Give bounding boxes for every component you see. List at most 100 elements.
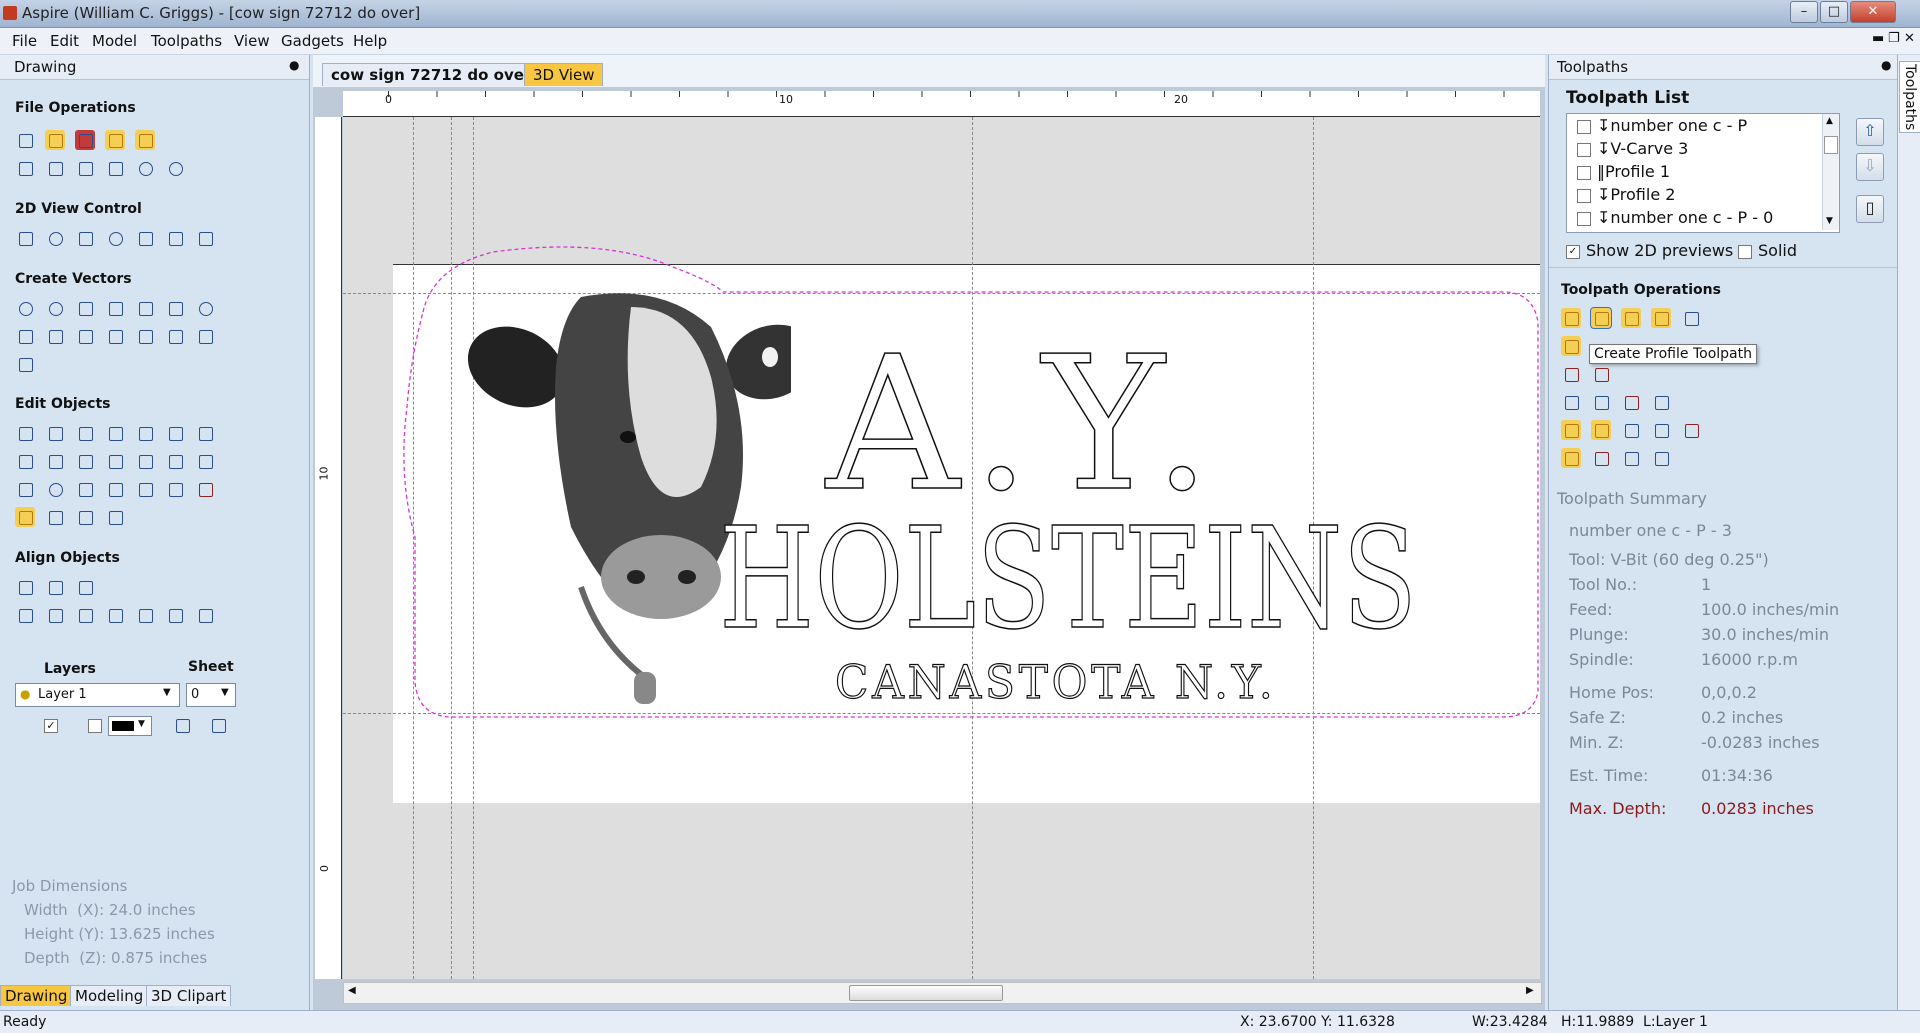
side-tab-toolpaths[interactable]: Toolpaths <box>1899 61 1920 133</box>
tab-icon[interactable] <box>105 507 125 527</box>
layer-properties-icon[interactable] <box>172 715 192 735</box>
toolpath-item[interactable]: ↧number one c - P <box>1577 116 1747 138</box>
align-both-icon[interactable] <box>15 605 35 625</box>
pan-icon[interactable] <box>15 228 35 248</box>
ellipse-icon[interactable] <box>45 298 65 318</box>
size-icon[interactable] <box>105 423 125 443</box>
profile-toolpath-icon[interactable] <box>1590 307 1612 329</box>
tab-3d-view[interactable]: 3D View <box>524 63 604 86</box>
view-split-icon[interactable] <box>165 228 185 248</box>
solid-option[interactable]: Solid <box>1738 241 1797 260</box>
rectangle-icon[interactable] <box>75 298 95 318</box>
edit-toolpath-icon[interactable] <box>1561 392 1581 412</box>
delete-toolpath-icon[interactable] <box>1621 392 1641 412</box>
align-middle-icon[interactable] <box>75 577 95 597</box>
node-edit-icon[interactable] <box>45 423 65 443</box>
layer-eraser-icon[interactable] <box>208 715 228 735</box>
new-file-icon[interactable] <box>15 130 35 150</box>
distribute-vertical-icon[interactable] <box>195 605 215 625</box>
toolpath-checkbox[interactable] <box>1577 142 1591 157</box>
toolpath-settings-button[interactable]: ▯ <box>1856 195 1884 223</box>
array-copy-icon[interactable] <box>135 451 155 471</box>
polyline-icon[interactable] <box>105 298 125 318</box>
group-icon[interactable] <box>15 451 35 471</box>
polygon-icon[interactable] <box>195 298 215 318</box>
layer-visible-checkbox[interactable]: ✓ <box>44 719 58 733</box>
prism-toolpath-icon[interactable] <box>1561 364 1581 384</box>
select-icon[interactable] <box>15 423 35 443</box>
zoom-box-icon[interactable] <box>45 228 65 248</box>
horizontal-scrollbar[interactable]: ◀ ▶ <box>343 982 1542 1004</box>
transform-icon[interactable] <box>75 423 95 443</box>
summary-icon[interactable] <box>1651 448 1671 468</box>
toolpath-item[interactable]: ↧Profile 2 <box>1577 185 1675 207</box>
drill-toolpath-icon[interactable] <box>1621 308 1641 328</box>
layer-lock-checkbox[interactable] <box>88 719 102 733</box>
mirror-icon[interactable] <box>75 451 95 471</box>
scroll-up-icon[interactable]: ▲ <box>1826 116 1833 126</box>
menu-toolpaths[interactable]: Toolpaths <box>151 32 222 50</box>
move-up-button[interactable]: ⇧ <box>1856 118 1884 146</box>
dimension-icon[interactable] <box>135 326 155 346</box>
scrollbar-thumb[interactable] <box>849 985 1003 1001</box>
join-icon[interactable] <box>165 451 185 471</box>
extend-icon[interactable] <box>105 479 125 499</box>
menu-edit[interactable]: Edit <box>50 32 79 50</box>
vcarve-toolpath-icon[interactable] <box>1651 308 1671 328</box>
mdi-close-icon[interactable]: ✕ <box>1904 31 1915 46</box>
toolpath-item[interactable]: ↧number one c - P - 0 <box>1577 208 1773 230</box>
copy-toolpath-icon[interactable] <box>1591 392 1611 412</box>
tab-modeling[interactable]: Modeling <box>70 985 149 1006</box>
pocket-toolpath-icon[interactable] <box>1561 308 1581 328</box>
toolpath-checkbox[interactable] <box>1577 165 1591 180</box>
drawing-canvas[interactable]: A.Y. HOLSTEINS CANASTOTA N.Y. <box>343 117 1540 979</box>
scroll-down-icon[interactable]: ▼ <box>1826 216 1833 226</box>
grid-array-icon[interactable] <box>195 326 215 346</box>
fit-selection-icon[interactable] <box>15 158 35 178</box>
ungroup-icon[interactable] <box>45 451 65 471</box>
menu-gadgets[interactable]: Gadgets <box>281 32 344 50</box>
offset-icon[interactable] <box>15 479 35 499</box>
cut-icon[interactable] <box>45 158 65 178</box>
bitmap-trace-icon[interactable] <box>15 354 35 374</box>
text-on-curve-icon[interactable] <box>105 326 125 346</box>
nest-icon[interactable] <box>195 451 215 471</box>
timer-icon[interactable] <box>1591 448 1611 468</box>
copy-icon[interactable] <box>75 158 95 178</box>
curve-fit-icon[interactable] <box>165 479 185 499</box>
align-center-icon[interactable] <box>45 577 65 597</box>
solid-checkbox[interactable] <box>1738 244 1752 259</box>
maximize-button[interactable]: □ <box>1820 1 1848 23</box>
circle-icon[interactable] <box>15 298 35 318</box>
close-button[interactable]: ✕ <box>1850 1 1896 23</box>
menu-file[interactable]: File <box>12 32 37 50</box>
pin-icon[interactable]: ● <box>1881 58 1891 72</box>
menu-model[interactable]: Model <box>92 32 137 50</box>
zoom-fit-icon[interactable] <box>75 228 95 248</box>
join-open-vector-icon[interactable] <box>75 507 95 527</box>
view-3d-icon[interactable] <box>195 228 215 248</box>
layer-select[interactable]: ● Layer 1 ▼ <box>15 683 180 707</box>
smooth-icon[interactable] <box>135 479 155 499</box>
trim-icon[interactable] <box>75 479 95 499</box>
engrave-toolpath-icon[interactable] <box>1681 308 1701 328</box>
center-on-material-icon[interactable] <box>15 577 35 597</box>
distribute-horizontal-icon[interactable] <box>165 605 185 625</box>
text-box-icon[interactable] <box>75 326 95 346</box>
tab-3d-clipart[interactable]: 3D Clipart <box>146 985 232 1006</box>
pin-icon[interactable]: ● <box>289 58 299 72</box>
sheet-select[interactable]: 0 ▼ <box>186 683 236 707</box>
fluting-toolpath-icon[interactable] <box>1561 336 1581 356</box>
show-previews-checkbox[interactable]: ✓ <box>1566 244 1580 259</box>
scroll-right-icon[interactable]: ▶ <box>1526 985 1534 996</box>
3d-project-icon[interactable] <box>1651 420 1671 440</box>
import-vectors-icon[interactable] <box>105 130 125 150</box>
zoom-selection-icon[interactable] <box>105 228 125 248</box>
scroll-left-icon[interactable]: ◀ <box>348 985 356 996</box>
toolpath-item[interactable]: ↧V-Carve 3 <box>1577 139 1688 161</box>
curve-icon[interactable] <box>165 298 185 318</box>
close-vector-icon[interactable] <box>45 507 65 527</box>
import-image-icon[interactable] <box>135 130 155 150</box>
toolpath-checkbox[interactable] <box>1577 188 1591 203</box>
minimize-button[interactable]: – <box>1790 1 1818 23</box>
